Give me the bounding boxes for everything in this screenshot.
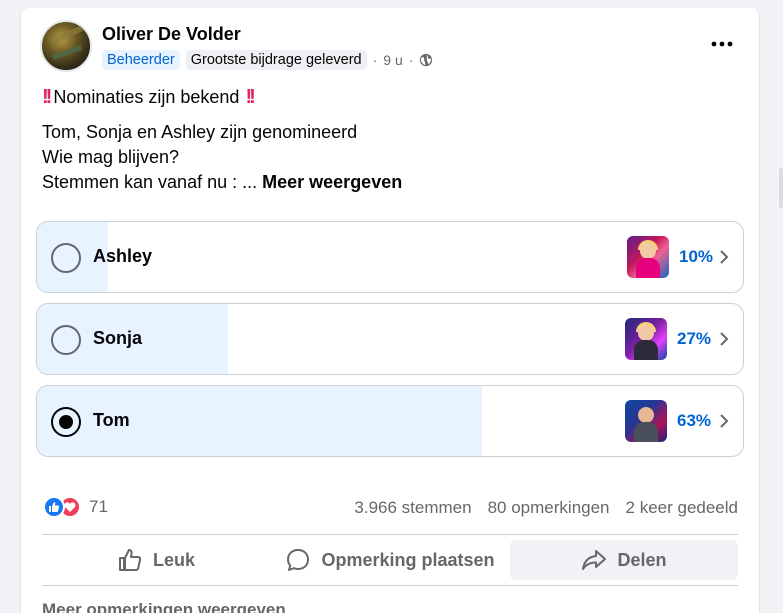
post-body: Tom, Sonja en Ashley zijn genomineerd Wi… [42, 120, 402, 195]
admin-badge[interactable]: Beheerder [102, 50, 180, 70]
speech-bubble-icon [287, 549, 310, 571]
double-exclamation-icon: !! [42, 86, 52, 108]
poll-percentage[interactable]: 63% [677, 411, 711, 431]
share-button[interactable]: Delen [510, 540, 738, 580]
post-stats: 3.966 stemmen 80 opmerkingen 2 keer gede… [354, 498, 738, 518]
see-more-link[interactable]: Meer weergeven [262, 172, 402, 192]
poll-option-label: Tom [93, 410, 130, 430]
poll-percentage[interactable]: 27% [677, 329, 711, 349]
like-reaction-icon [43, 496, 65, 518]
voter-thumbnail[interactable] [627, 236, 669, 278]
radio-button[interactable] [51, 243, 81, 273]
like-button[interactable]: Leuk [42, 540, 270, 580]
separator: · [372, 52, 378, 68]
avatar[interactable] [40, 20, 92, 72]
share-count[interactable]: 2 keer gedeeld [626, 498, 738, 518]
top-contributor-badge[interactable]: Grootste bijdrage geleverd [185, 50, 367, 70]
post-time[interactable]: 9 u [383, 52, 402, 68]
poll-option-label: Sonja [93, 328, 143, 348]
more-options-icon[interactable] [707, 34, 737, 54]
post-title-text: Nominaties zijn bekend [53, 87, 240, 107]
voter-thumbnail[interactable] [625, 400, 667, 442]
poll-percentage[interactable]: 10% [679, 247, 713, 267]
post-body-line: Wie mag blijven? [42, 147, 180, 167]
poll-option-tom[interactable]: Tom 63% [36, 385, 744, 457]
like-label: Leuk [152, 549, 195, 570]
double-exclamation-icon: !! [245, 86, 255, 108]
poll-option-label: Ashley [93, 246, 153, 266]
radio-button[interactable] [51, 325, 81, 355]
poll-option-ashley[interactable]: Ashley 10% [36, 221, 744, 293]
thumbs-up-icon [118, 549, 142, 571]
post-meta: Beheerder Grootste bijdrage geleverd · 9… [102, 50, 433, 70]
separator: · [408, 52, 414, 68]
share-arrow-icon [582, 550, 607, 570]
vote-count[interactable]: 3.966 stemmen [354, 498, 471, 518]
comment-label: Opmerking plaatsen [321, 549, 495, 570]
post-body-line: Stemmen kan vanaf nu : ... Meer weergeve… [42, 170, 402, 195]
globe-icon[interactable] [419, 53, 433, 67]
comment-button[interactable]: Opmerking plaatsen [276, 540, 504, 580]
scrollbar-thumb[interactable] [779, 168, 783, 208]
post-card: Oliver De Volder Beheerder Grootste bijd… [21, 8, 759, 613]
divider [42, 534, 738, 535]
chevron-right-icon[interactable] [717, 248, 731, 266]
post-body-line: Tom, Sonja en Ashley zijn genomineerd [42, 122, 358, 142]
voter-thumbnail[interactable] [625, 318, 667, 360]
chevron-right-icon[interactable] [717, 330, 731, 348]
radio-button[interactable] [51, 407, 81, 437]
share-label: Delen [617, 549, 667, 570]
comment-count[interactable]: 80 opmerkingen [488, 498, 610, 518]
divider [42, 585, 738, 586]
poll-option-sonja[interactable]: Sonja 27% [36, 303, 744, 375]
reaction-summary[interactable]: 71 [43, 496, 108, 518]
author-name[interactable]: Oliver De Volder [102, 24, 241, 45]
chevron-right-icon[interactable] [717, 412, 731, 430]
more-comments-link[interactable]: Meer opmerkingen weergeven [42, 600, 286, 613]
post-body-text: Stemmen kan vanaf nu : ... [42, 172, 258, 192]
post-title: !! Nominaties zijn bekend !! [42, 86, 257, 109]
reaction-count[interactable]: 71 [89, 497, 108, 517]
